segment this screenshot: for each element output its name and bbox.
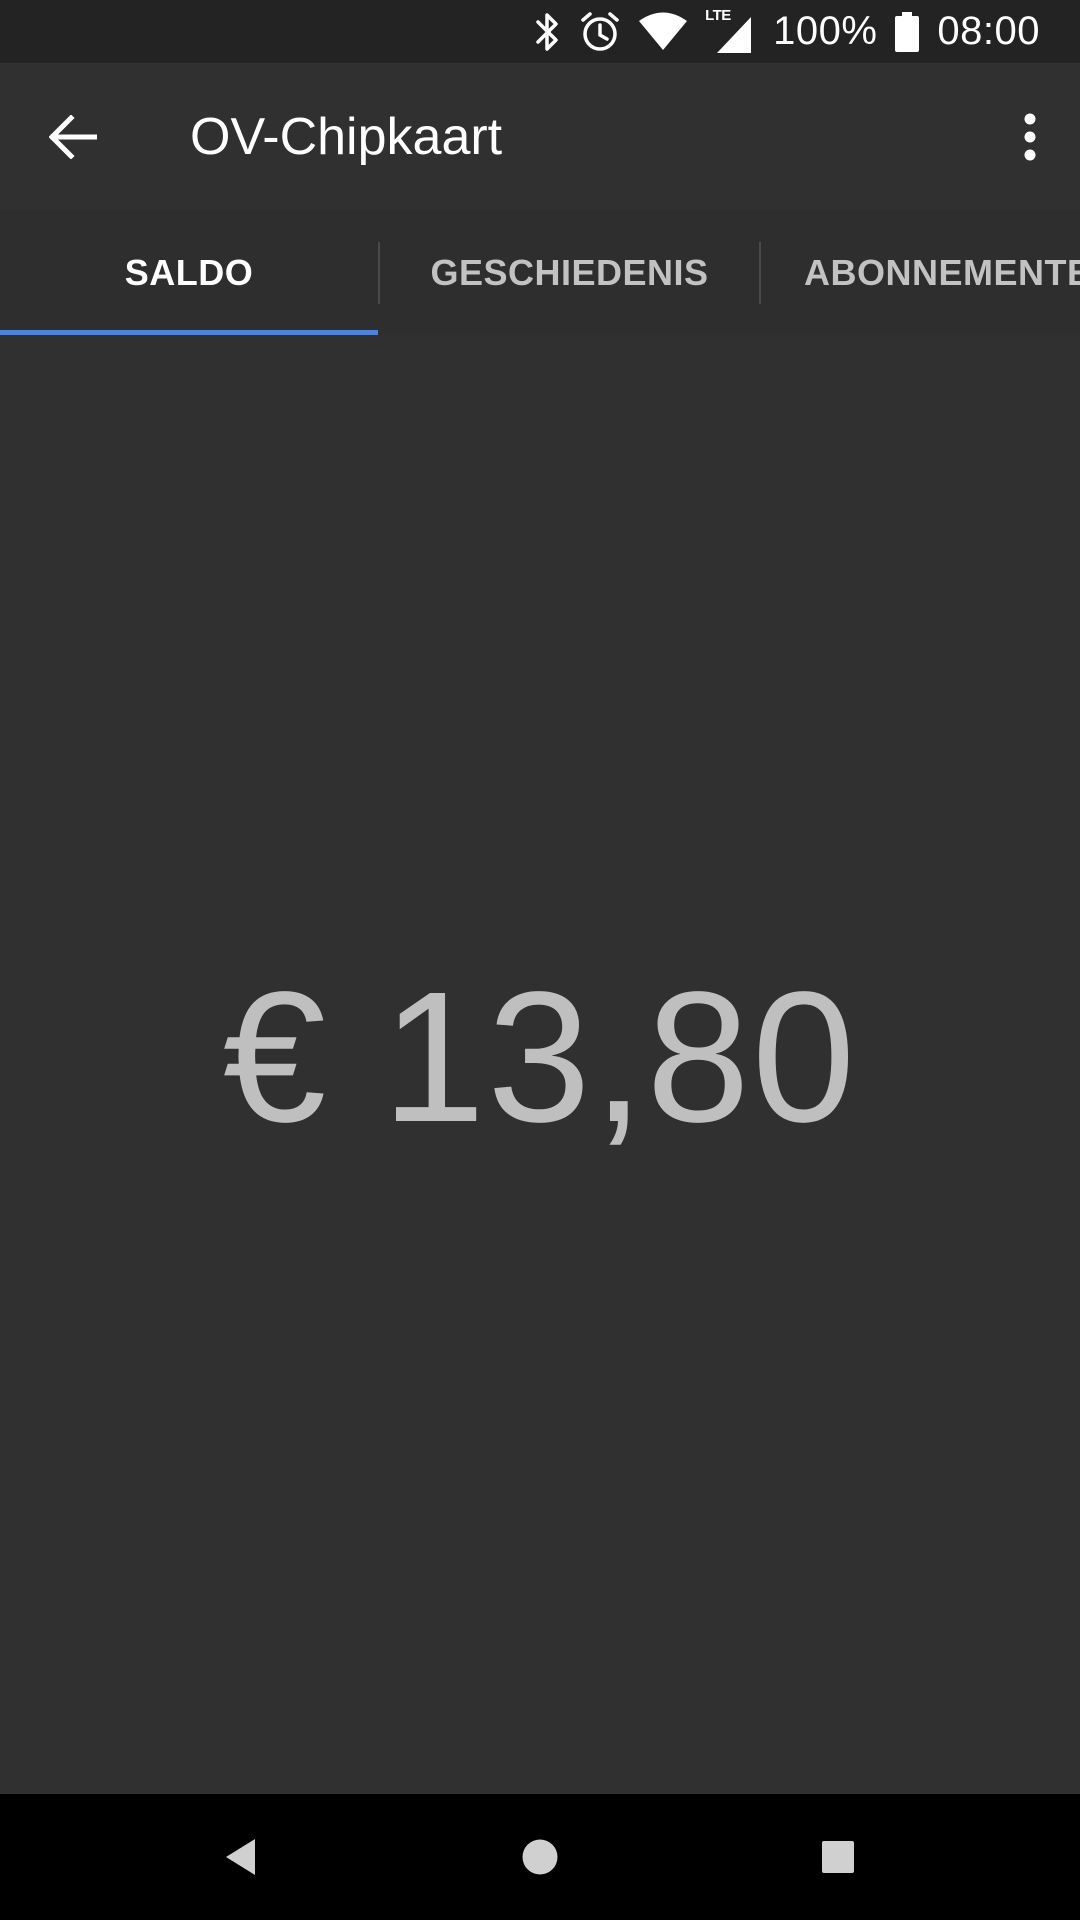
nav-recents-icon: [822, 1841, 854, 1873]
alarm-icon: [581, 11, 619, 51]
nav-back-button[interactable]: [201, 1817, 281, 1897]
clock: 08:00: [937, 9, 1040, 53]
more-options-button[interactable]: [1000, 101, 1060, 173]
lte-signal-icon: LTE: [705, 7, 755, 55]
back-button[interactable]: [33, 103, 113, 171]
tab-saldo[interactable]: SALDO: [0, 210, 378, 335]
screen: LTE 100% 08:00 OV-Chipkaart SALDO GESCHI…: [0, 0, 1080, 1920]
arrow-back-icon: [49, 115, 97, 159]
status-icons: LTE 100% 08:00: [535, 0, 1040, 63]
nav-home-button[interactable]: [500, 1817, 580, 1897]
tab-geschiedenis[interactable]: GESCHIEDENIS: [380, 210, 759, 335]
battery-percentage: 100%: [773, 9, 878, 53]
wifi-icon: [639, 12, 688, 50]
tab-bar: SALDO GESCHIEDENIS ABONNEMENTEN: [0, 210, 1080, 335]
saldo-content: € 13,80: [0, 335, 1080, 1795]
page-title: OV-Chipkaart: [190, 108, 503, 166]
status-bar: LTE 100% 08:00: [0, 0, 1080, 63]
nav-back-icon: [226, 1839, 255, 1875]
system-navigation-bar: [0, 1794, 1080, 1920]
nav-home-icon: [522, 1839, 558, 1875]
bluetooth-icon: [536, 12, 558, 51]
tab-abonnementen[interactable]: ABONNEMENTEN: [761, 210, 1080, 335]
nav-recents-button[interactable]: [798, 1817, 878, 1897]
battery-icon: [895, 11, 920, 52]
app-bar: OV-Chipkaart: [0, 63, 1080, 210]
more-vert-icon: [1024, 113, 1036, 161]
balance-amount: € 13,80: [222, 954, 858, 1161]
